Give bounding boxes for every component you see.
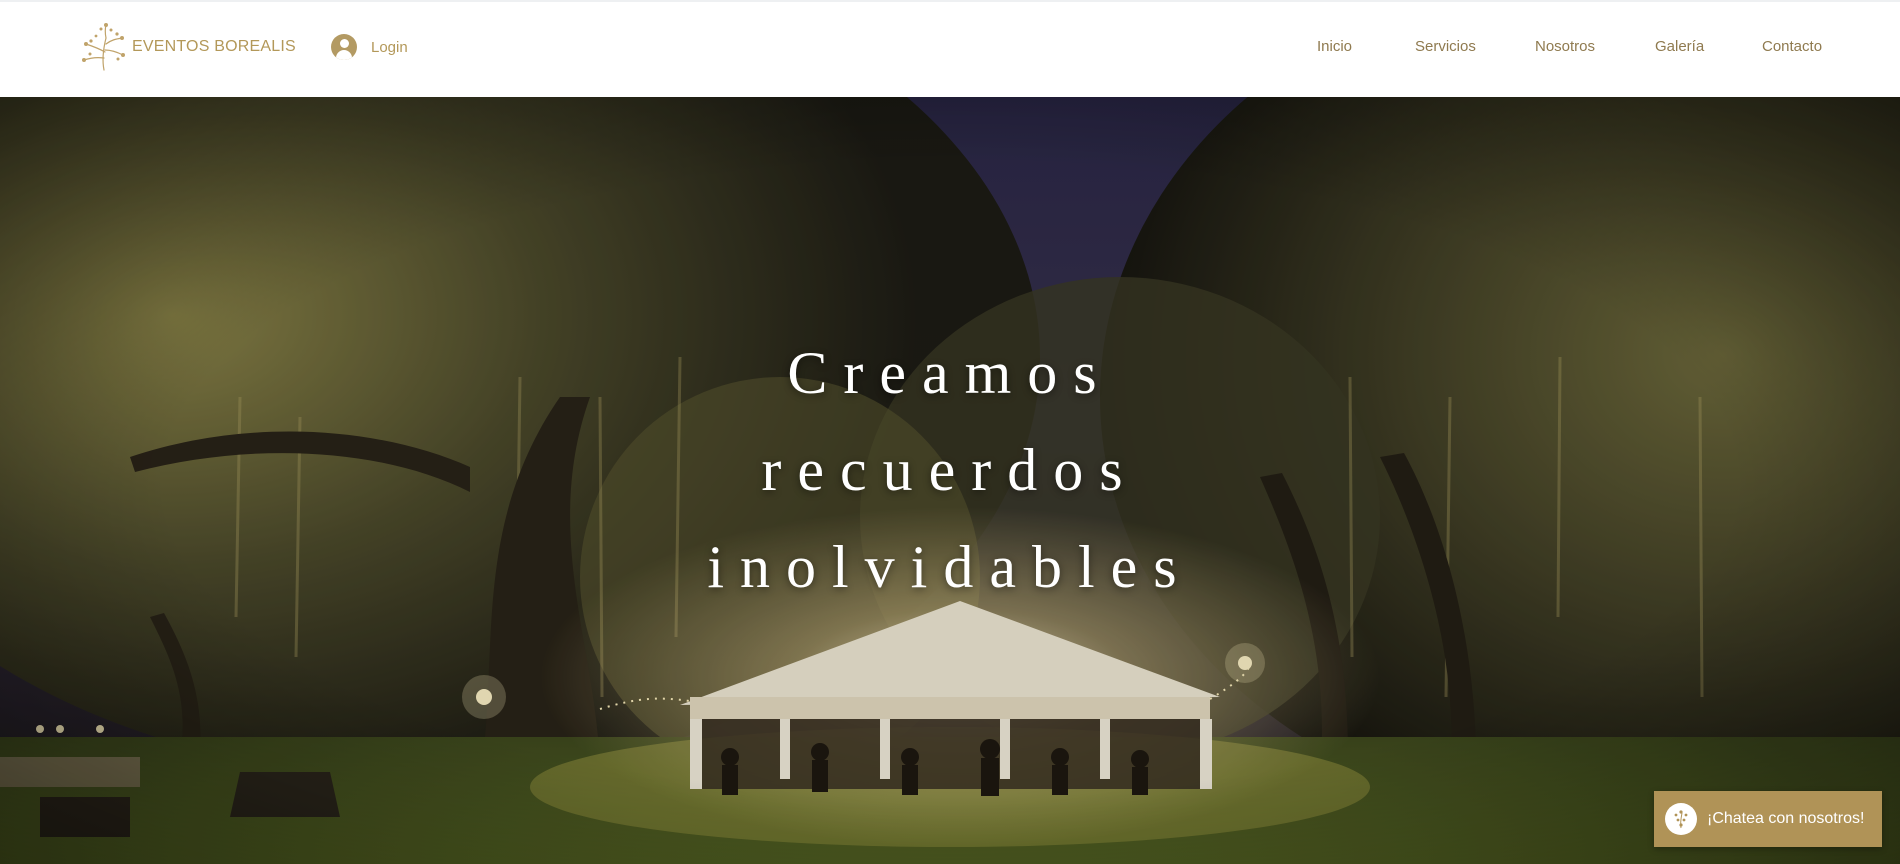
brand-logo[interactable]: EVENTOS BOREALIS xyxy=(78,22,296,72)
hero-heading: Creamos recuerdos inolvidables xyxy=(0,325,1900,616)
site-header: EVENTOS BOREALIS Login Inicio Servicios … xyxy=(0,0,1900,97)
login-label: Login xyxy=(371,38,408,56)
nav-item-contacto[interactable]: Contacto xyxy=(1762,38,1822,55)
chat-widget-label: ¡Chatea con nosotros! xyxy=(1707,810,1865,827)
nav-item-galeria[interactable]: Galería xyxy=(1655,38,1704,55)
brand-name: EVENTOS BOREALIS xyxy=(132,38,296,55)
nav-item-inicio[interactable]: Inicio xyxy=(1317,38,1352,55)
user-avatar-icon xyxy=(331,34,357,60)
hero-heading-line-1: Creamos xyxy=(787,340,1113,406)
hero-heading-line-2: recuerdos xyxy=(761,437,1139,503)
chat-widget-button[interactable]: ¡Chatea con nosotros! xyxy=(1654,791,1882,847)
chat-avatar-icon xyxy=(1665,803,1697,835)
login-button[interactable]: Login xyxy=(331,34,408,60)
branch-sprig-icon xyxy=(82,23,125,71)
hero-heading-line-3: inolvidables xyxy=(707,534,1193,600)
nav-item-nosotros[interactable]: Nosotros xyxy=(1535,38,1595,55)
nav-item-servicios[interactable]: Servicios xyxy=(1415,38,1476,55)
hero-section: Creamos recuerdos inolvidables xyxy=(0,97,1900,864)
